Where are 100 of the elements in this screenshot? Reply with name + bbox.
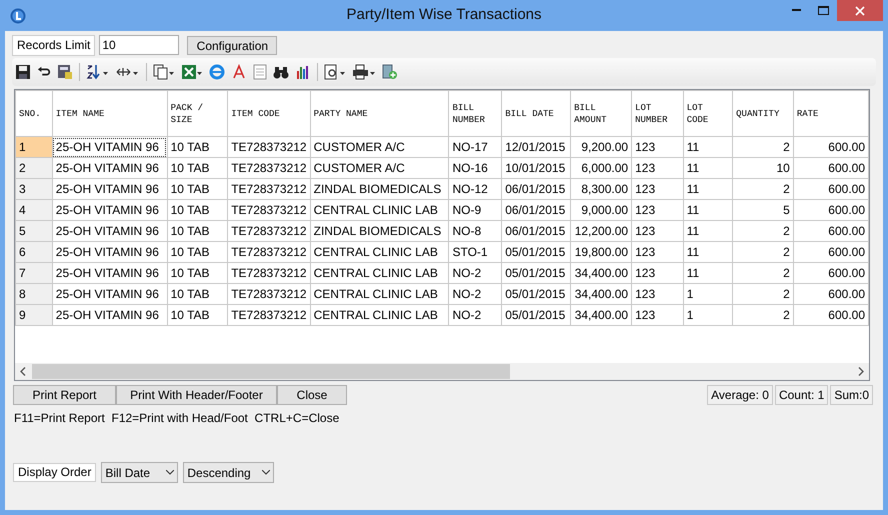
column-header[interactable]: BILL DATE: [502, 90, 571, 136]
table-cell: 8,300.00: [570, 178, 632, 200]
close-icon: [855, 6, 865, 16]
add-report-icon[interactable]: [382, 64, 398, 80]
row-header[interactable]: 9: [16, 304, 52, 326]
table-cell: 123: [632, 158, 684, 178]
table-cell: 1: [683, 304, 733, 326]
column-header[interactable]: BILL AMOUNT: [570, 90, 632, 136]
scrollbar-thumb[interactable]: [32, 364, 510, 379]
table-cell: 25-OH VITAMIN 96: [52, 158, 168, 178]
table-cell: 10 TAB: [167, 200, 228, 220]
table-cell: TE728373212: [228, 200, 310, 220]
column-header[interactable]: RATE: [793, 90, 868, 136]
column-header[interactable]: LOT CODE: [683, 90, 733, 136]
table-cell: NO-16: [448, 158, 502, 178]
row-header[interactable]: 3: [16, 178, 52, 200]
display-order-label: Display Order: [13, 463, 96, 482]
table-cell: NO-17: [448, 136, 502, 158]
row-header[interactable]: 4: [16, 200, 52, 220]
table-cell: 10 TAB: [167, 284, 228, 304]
close-button[interactable]: [837, 0, 883, 21]
table-cell: 2: [732, 220, 794, 242]
scroll-right-icon[interactable]: [858, 367, 864, 376]
column-header[interactable]: SNO.: [16, 90, 52, 136]
table-cell: CUSTOMER A/C: [310, 136, 449, 158]
action-button[interactable]: Close: [277, 385, 347, 405]
column-header[interactable]: PARTY NAME: [310, 90, 449, 136]
table-cell: NO-2: [448, 284, 502, 304]
table-cell: 25-OH VITAMIN 96: [52, 262, 168, 284]
table-cell: CENTRAL CLINIC LAB: [310, 304, 449, 326]
table-cell: 25-OH VITAMIN 96: [52, 304, 168, 326]
action-button[interactable]: Print With Header/Footer: [116, 385, 277, 405]
table-cell: 34,400.00: [570, 284, 632, 304]
table-cell: 2: [732, 242, 794, 262]
table-cell: 2: [732, 262, 794, 284]
configuration-button[interactable]: Configuration: [187, 36, 278, 54]
table-cell: CENTRAL CLINIC LAB: [310, 242, 449, 262]
table-cell: 2: [732, 284, 794, 304]
printer-icon[interactable]: [352, 64, 376, 80]
table-cell: 25-OH VITAMIN 96: [52, 220, 168, 242]
shortcut-hint: F11=Print Report F12=Print with Head/Foot CTRL+C=Close: [14, 410, 340, 427]
summary-value: Sum:0: [830, 385, 873, 405]
table-cell: 10 TAB: [167, 262, 228, 284]
table-cell: 123: [632, 304, 684, 326]
table-cell: 123: [632, 220, 684, 242]
table-cell: 11: [683, 262, 733, 284]
table-cell: 11: [683, 242, 733, 262]
print-preview-icon[interactable]: [324, 64, 346, 80]
table-cell: STO-1: [448, 242, 502, 262]
document-icon[interactable]: [253, 64, 267, 80]
table-cell: 05/01/2015: [502, 242, 571, 262]
row-header[interactable]: 7: [16, 262, 52, 284]
spreadsheet-icon[interactable]: [181, 64, 203, 80]
table-cell: CENTRAL CLINIC LAB: [310, 200, 449, 220]
sort-direction-dropdown[interactable]: Descending: [183, 462, 274, 483]
table-cell: 34,400.00: [570, 304, 632, 326]
table-cell: CENTRAL CLINIC LAB: [310, 284, 449, 304]
table-cell: 600.00: [793, 178, 868, 200]
table-cell: 06/01/2015: [502, 200, 571, 220]
caret-icon: [166, 470, 174, 475]
scroll-left-icon[interactable]: [20, 367, 26, 376]
table-cell: 11: [683, 158, 733, 178]
row-header[interactable]: 5: [16, 220, 52, 242]
table-cell: 600.00: [793, 262, 868, 284]
action-button[interactable]: Print Report: [13, 385, 116, 405]
window-title: Party/Item Wise Transactions: [345, 5, 543, 26]
table-cell: 600.00: [793, 220, 868, 242]
table-cell: 10 TAB: [167, 158, 228, 178]
table-cell: 9,200.00: [570, 136, 632, 158]
table-cell: 25-OH VITAMIN 96: [52, 242, 168, 262]
row-header[interactable]: 2: [16, 158, 52, 178]
copy-icon[interactable]: [153, 64, 175, 80]
table-cell: 06/01/2015: [502, 178, 571, 200]
table-cell: ZINDAL BIOMEDICALS: [310, 178, 449, 200]
binoculars-icon[interactable]: [273, 64, 289, 80]
column-header[interactable]: PACK / SIZE: [167, 90, 228, 136]
table-cell: TE728373212: [228, 158, 310, 178]
column-header[interactable]: BILL NUMBER: [448, 90, 502, 136]
row-header[interactable]: 8: [16, 284, 52, 304]
save-icon[interactable]: [15, 64, 31, 80]
table-cell: 2: [732, 136, 794, 158]
sort-icon[interactable]: [86, 64, 110, 80]
row-header[interactable]: 6: [16, 242, 52, 262]
table-cell: 10 TAB: [167, 136, 228, 158]
horizontal-scrollbar[interactable]: [15, 363, 869, 380]
column-header[interactable]: ITEM CODE: [228, 90, 310, 136]
row-header[interactable]: 1: [16, 136, 52, 158]
table-cell: NO-12: [448, 178, 502, 200]
table-cell: TE728373212: [228, 178, 310, 200]
column-header[interactable]: LOT NUMBER: [632, 90, 684, 136]
table-cell: 10 TAB: [167, 242, 228, 262]
table-cell: 6,000.00: [570, 158, 632, 178]
column-header[interactable]: ITEM NAME: [52, 90, 168, 136]
table-cell: 600.00: [793, 304, 868, 326]
table-cell: 9,000.00: [570, 200, 632, 220]
column-header[interactable]: QUANTITY: [732, 90, 794, 136]
sort-field-dropdown[interactable]: Bill Date: [101, 462, 178, 483]
table-cell: 11: [683, 220, 733, 242]
bar-chart-icon[interactable]: [295, 64, 311, 80]
records-limit-field[interactable]: 10: [99, 35, 180, 55]
